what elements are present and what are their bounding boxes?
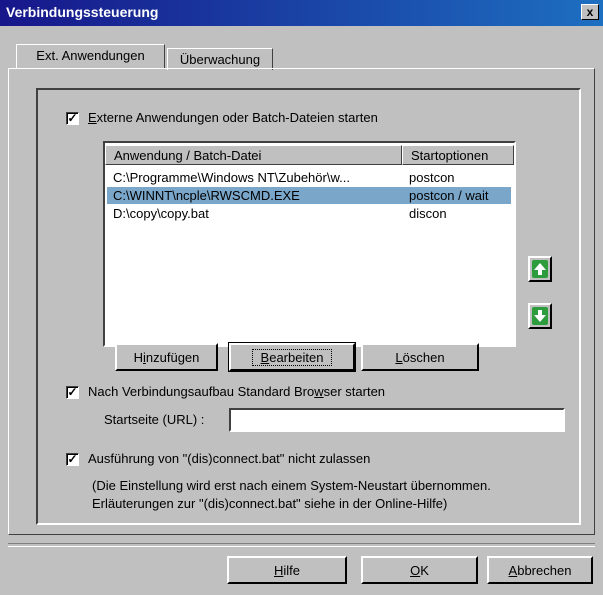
- connect-bat-label: Ausführung von "(dis)connect.bat" nicht …: [88, 451, 371, 466]
- add-button[interactable]: Hinzufügen: [115, 343, 218, 371]
- list-item-app: C:\WINNT\ncple\RWSCMD.EXE: [113, 188, 300, 203]
- connect-bat-checkbox[interactable]: ✓: [66, 453, 79, 466]
- connect-note-line1: (Die Einstellung wird erst nach einem Sy…: [92, 478, 491, 493]
- start-page-label: Startseite (URL) :: [104, 412, 205, 427]
- external-apps-label: Externe Anwendungen oder Batch-Dateien s…: [88, 110, 378, 125]
- list-item-app: D:\copy\copy.bat: [113, 206, 209, 221]
- column-header-options[interactable]: Startoptionen: [402, 145, 514, 165]
- tab-label: Überwachung: [179, 52, 261, 67]
- move-down-button[interactable]: [528, 303, 552, 329]
- close-icon: x: [586, 5, 594, 19]
- list-item-options: discon: [409, 206, 447, 221]
- help-button[interactable]: Hilfe: [227, 556, 347, 584]
- list-item[interactable]: D:\copy\copy.bat discon: [107, 205, 511, 222]
- cancel-button[interactable]: Abbrechen: [487, 556, 593, 584]
- tab-ext-anwendungen[interactable]: Ext. Anwendungen: [16, 44, 165, 68]
- list-item-selected[interactable]: C:\WINNT\ncple\RWSCMD.EXE postcon / wait: [107, 187, 511, 204]
- edit-button[interactable]: Bearbeiten: [229, 343, 355, 371]
- footer-separator: [8, 543, 595, 547]
- window-title: Verbindungssteuerung: [6, 4, 159, 20]
- external-apps-checkbox[interactable]: ✓: [66, 112, 79, 125]
- list-item-options: postcon / wait: [409, 188, 489, 203]
- start-page-url-input[interactable]: [229, 408, 565, 432]
- list-item-options: postcon: [409, 170, 455, 185]
- browser-label: Nach Verbindungsaufbau Standard Browser …: [88, 384, 386, 399]
- applications-list[interactable]: Anwendung / Batch-Datei Startoptionen C:…: [103, 141, 516, 347]
- move-up-button[interactable]: [528, 256, 552, 282]
- tab-ueberwachung[interactable]: Überwachung: [167, 48, 273, 70]
- title-bar: Verbindungssteuerung x: [0, 0, 603, 26]
- list-item-app: C:\Programme\Windows NT\Zubehör\w...: [113, 170, 350, 185]
- delete-button[interactable]: Löschen: [361, 343, 479, 371]
- connect-note-line2: Erläuterungen zur "(dis)connect.bat" sie…: [92, 496, 448, 511]
- browser-checkbox[interactable]: ✓: [66, 386, 79, 399]
- column-header-application[interactable]: Anwendung / Batch-Datei: [105, 145, 402, 165]
- close-button[interactable]: x: [581, 4, 599, 20]
- list-item[interactable]: C:\Programme\Windows NT\Zubehör\w... pos…: [107, 169, 511, 186]
- ok-button[interactable]: OK: [361, 556, 478, 584]
- arrow-down-icon: [532, 307, 548, 325]
- arrow-up-icon: [532, 260, 548, 278]
- tab-label: Ext. Anwendungen: [36, 48, 145, 63]
